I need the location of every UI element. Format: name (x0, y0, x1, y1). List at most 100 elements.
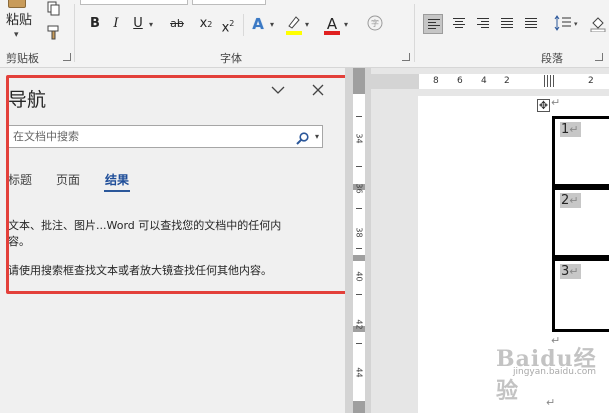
search-icon[interactable] (296, 130, 309, 145)
align-right-icon (477, 18, 489, 30)
horizontal-ruler-margin (371, 74, 419, 89)
justify-button[interactable] (497, 14, 517, 34)
navigation-pane: 导航 ▾ 标题 页面 结果 文本、批注、图片...Word 可以查找您的文档中的… (0, 68, 345, 413)
results-message-line-2: 容。 (8, 235, 30, 248)
ruler-margin (353, 401, 365, 413)
underline-button[interactable]: U (131, 14, 145, 34)
divider (74, 4, 75, 62)
active-tab-indicator (104, 190, 130, 192)
paste-icon[interactable] (6, 0, 28, 8)
line-spacing-button[interactable]: ▾ (553, 14, 581, 34)
ruler-strip (353, 68, 365, 413)
paragraph-group-label: 段落 (541, 52, 563, 65)
divider (414, 4, 415, 62)
ruler-label: 2 (588, 76, 594, 86)
highlighter-icon (288, 16, 300, 29)
tab-pages[interactable]: 页面 (56, 171, 80, 188)
paragraph-mark: ↵ (569, 194, 579, 207)
ruler-label: 8 (433, 76, 439, 86)
align-center-button[interactable] (449, 14, 469, 34)
paragraph-launcher-icon[interactable] (595, 53, 603, 61)
ruler-tick (356, 116, 362, 117)
ruler-label: 34 (354, 133, 364, 144)
paragraph-mark: ↵ (551, 96, 561, 109)
enclose-char-button[interactable]: 字 (366, 14, 384, 34)
ruler-tick (356, 248, 362, 249)
paragraph-mark: ↵ (569, 265, 579, 278)
results-message-line-1: 文本、批注、图片...Word 可以查找您的文档中的任何内 (8, 219, 282, 232)
bold-button[interactable]: B (86, 14, 104, 34)
search-input[interactable] (13, 128, 288, 145)
line-spacing-icon: ▾ (554, 15, 578, 31)
paste-dropdown-icon[interactable]: ▾ (14, 30, 19, 40)
ruler-label: 38 (354, 227, 364, 238)
subscript-button[interactable]: x2 (197, 14, 215, 34)
clipboard-launcher-icon[interactable] (63, 53, 71, 61)
subscript-mark: 2 (207, 20, 213, 29)
shading-button[interactable] (589, 14, 607, 34)
nav-pane-title: 导航 (8, 89, 47, 111)
svg-text:字: 字 (371, 18, 379, 28)
ruler-label: 44 (354, 367, 364, 378)
align-center-icon (453, 18, 465, 30)
ruler-label: 6 (457, 76, 463, 86)
ruler-label: 2 (504, 76, 510, 86)
font-size-combo[interactable] (192, 0, 266, 5)
highlight-dropdown-icon[interactable]: ▾ (305, 20, 309, 29)
table-cell[interactable]: 3↵ (552, 258, 609, 332)
table-column-marker[interactable] (544, 75, 554, 87)
font-combos (80, 0, 380, 5)
vertical-ruler[interactable]: 34 36 38 40 42 44 (345, 68, 371, 413)
ruler-tick (356, 166, 362, 167)
font-color-dropdown-icon[interactable]: ▾ (344, 20, 348, 29)
distributed-icon (525, 18, 537, 30)
font-name-combo[interactable] (80, 0, 188, 5)
format-painter-icon[interactable] (46, 24, 62, 40)
svg-text:▾: ▾ (574, 20, 578, 28)
shading-icon (590, 17, 606, 33)
italic-button[interactable]: I (108, 14, 124, 34)
chevron-down-icon[interactable] (268, 82, 288, 102)
watermark-url: jingyan.baidu.com (513, 367, 597, 377)
ruler-label: 4 (481, 76, 487, 86)
table-cell[interactable]: 2↵ (552, 187, 609, 258)
clipboard-group: 粘贴 ▾ 剪贴板 (0, 0, 74, 68)
underline-dropdown-icon[interactable]: ▾ (149, 20, 153, 29)
copy-icon[interactable] (46, 1, 62, 17)
strikethrough-button[interactable]: ab (166, 14, 188, 34)
cell-text: 2↵ (560, 193, 581, 208)
text-effects-button[interactable]: A (250, 14, 266, 34)
cell-text: 3↵ (560, 264, 581, 279)
clipboard-group-label: 剪贴板 (6, 52, 39, 65)
ruler-label: 36 (354, 183, 364, 194)
divider (243, 14, 244, 36)
ruler-margin (353, 255, 365, 261)
cell-text: 1↵ (560, 122, 581, 137)
paste-button[interactable]: 粘贴 (6, 9, 32, 28)
justify-icon (501, 18, 513, 30)
align-left-button[interactable] (423, 14, 443, 34)
font-launcher-icon[interactable] (402, 53, 410, 61)
close-icon[interactable] (308, 82, 328, 102)
font-color-bar (324, 31, 340, 35)
align-left-icon (428, 19, 440, 31)
superscript-button[interactable]: x2 (219, 14, 237, 35)
horizontal-ruler[interactable] (419, 74, 609, 89)
ruler-label: 42 (354, 319, 364, 330)
tab-headings[interactable]: 标题 (8, 171, 32, 188)
results-message-line-3: 请使用搜索框查找文本或者放大镜查找任何其他内容。 (8, 264, 272, 277)
paragraph-mark: ↵ (569, 123, 579, 136)
distributed-button[interactable] (521, 14, 541, 34)
align-right-button[interactable] (473, 14, 493, 34)
search-options-dropdown-icon[interactable]: ▾ (315, 132, 319, 141)
search-box: ▾ (8, 125, 323, 148)
ribbon: 粘贴 ▾ 剪贴板 B I U ▾ ab x2 x2 A ▾ ▾ A ▾ 字 字体 (0, 0, 609, 68)
highlight-color-bar (286, 31, 302, 35)
enclose-character-icon: 字 (367, 15, 383, 31)
table-cell[interactable]: 1↵ (552, 116, 609, 187)
tab-results[interactable]: 结果 (105, 171, 129, 188)
ruler-label: 40 (354, 271, 364, 282)
text-effects-dropdown-icon[interactable]: ▾ (270, 20, 274, 29)
superscript-mark: 2 (229, 19, 235, 28)
table-move-handle-icon[interactable]: ✥ (537, 99, 550, 112)
